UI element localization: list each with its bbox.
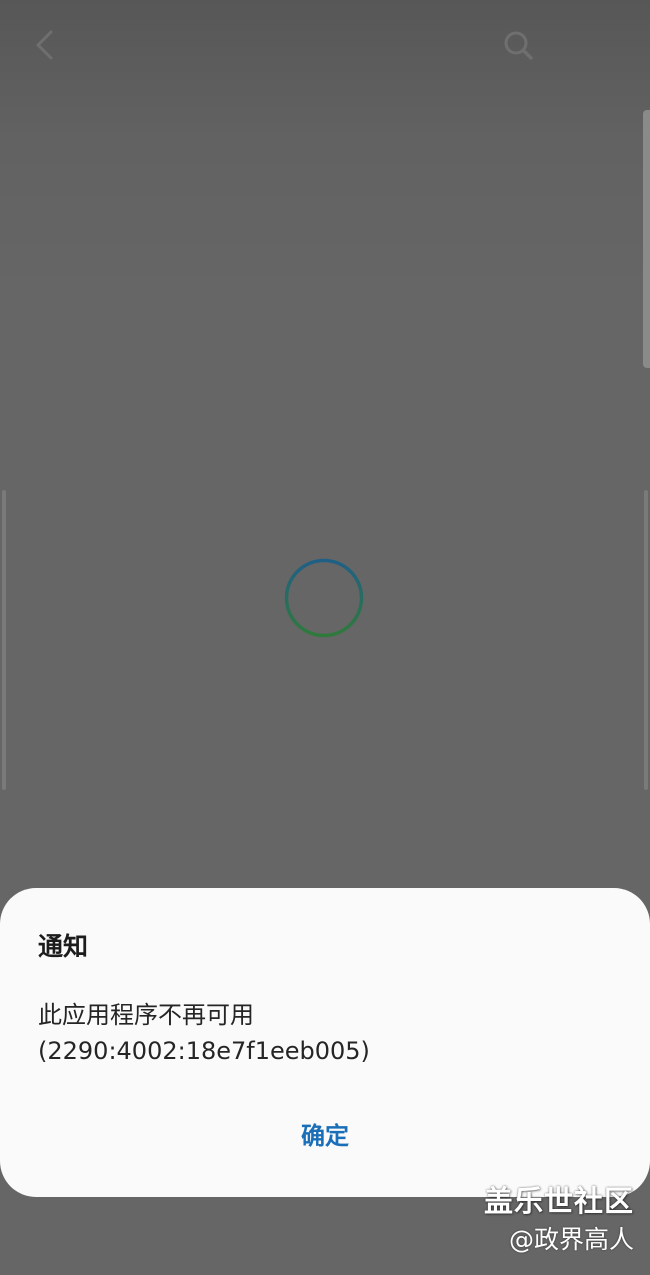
dialog-message-line: 此应用程序不再可用	[38, 1001, 254, 1029]
app-screen: 通知 此应用程序不再可用 (2290:4002:18e7f1eeb005) 确定…	[0, 0, 650, 1275]
right-edge-panel-handle	[644, 490, 648, 790]
dialog-message: 此应用程序不再可用 (2290:4002:18e7f1eeb005)	[38, 997, 618, 1069]
watermark-handle: @政界高人	[508, 1225, 634, 1254]
watermark-brand: 盖乐世社区	[483, 1184, 634, 1218]
scroll-indicator	[643, 110, 650, 368]
dialog-title: 通知	[38, 932, 89, 961]
chevron-left-icon[interactable]	[24, 24, 66, 66]
confirm-button[interactable]: 确定	[255, 1110, 395, 1162]
dialog-error-code: (2290:4002:18e7f1eeb005)	[38, 1037, 370, 1065]
loading-spinner-icon	[284, 558, 364, 638]
left-edge-panel-handle	[2, 490, 6, 790]
search-icon[interactable]	[497, 24, 539, 66]
